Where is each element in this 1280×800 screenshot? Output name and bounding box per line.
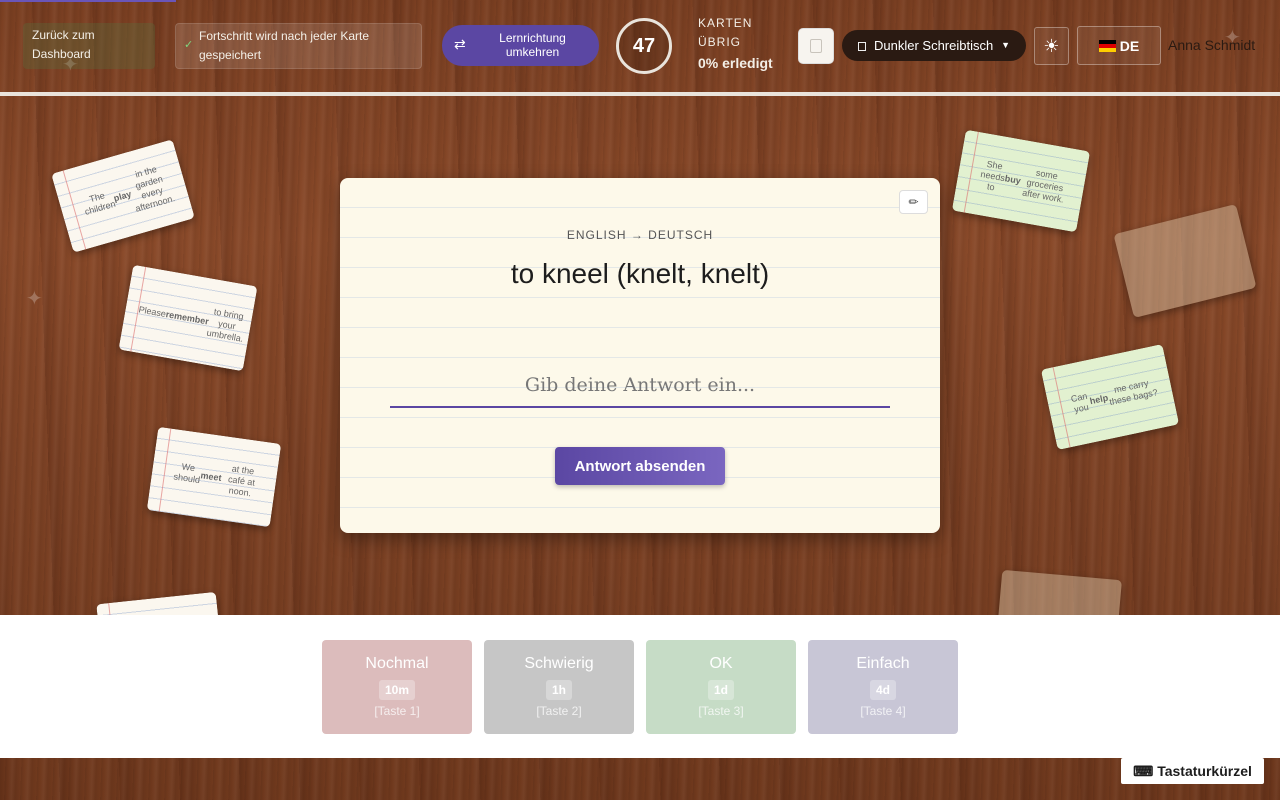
background-card: We should meet at the café at noon. — [146, 426, 282, 528]
rate-interval: 4d — [869, 680, 896, 700]
rate-again-button[interactable]: Nochmal 10m [Taste 1] — [322, 640, 472, 734]
rate-label: Nochmal — [365, 655, 429, 672]
edit-card-button[interactable]: ✏ — [899, 190, 928, 214]
rate-easy-button[interactable]: Einfach 4d [Taste 4] — [808, 640, 958, 734]
top-bar: Zurück zum Dashboard ✓ Fortschritt wird … — [0, 0, 1280, 92]
rate-shortcut-key: [Taste 4] — [860, 704, 906, 718]
background-card: Please remember to bring your umbrella. — [118, 264, 258, 372]
light-mode-button[interactable]: ☀ — [1034, 27, 1069, 65]
rate-shortcut-key: [Taste 3] — [698, 704, 744, 718]
desk-icon — [858, 42, 866, 51]
rating-panel: Nochmal 10m [Taste 1] Schwierig 1h [Tast… — [0, 615, 1280, 758]
sun-icon: ☀ — [1043, 35, 1060, 56]
background-card: The children play in the garden every af… — [51, 139, 195, 253]
card-term: to kneel (knelt, knelt) — [510, 258, 770, 289]
save-status-text: Fortschritt wird nach jeder Karte gespei… — [199, 29, 370, 62]
rate-shortcut-key: [Taste 1] — [374, 704, 420, 718]
back-to-dashboard-button[interactable]: Zurück zum Dashboard — [23, 23, 155, 69]
card-icon — [810, 39, 822, 53]
check-icon: ✓ — [184, 39, 194, 51]
progress-done-text: 0% erledigt — [698, 55, 773, 71]
cards-remaining-counter: 47 — [616, 18, 672, 74]
save-status-note: ✓ Fortschritt wird nach jeder Karte gesp… — [175, 23, 422, 69]
background-card: She needs to buy some groceries after wo… — [951, 129, 1091, 233]
answer-input[interactable] — [390, 364, 890, 408]
rate-label: Schwierig — [524, 655, 594, 672]
rate-interval: 1h — [545, 680, 572, 700]
card-direction: ENGLISH → DEUTSCH — [566, 228, 714, 242]
reverse-direction-label: Lernrichtung umkehren — [499, 31, 566, 59]
theme-select-value: Dunkler Schreibtisch — [874, 38, 994, 53]
pencil-icon: ✏ — [908, 195, 919, 209]
card-view-toggle-button[interactable] — [798, 28, 834, 64]
user-name[interactable]: Anna Schmidt — [1168, 37, 1255, 53]
cards-remaining-info: KARTEN ÜBRIG 0% erledigt — [698, 14, 773, 73]
language-button[interactable]: DE — [1077, 26, 1161, 65]
chevron-down-icon: ▼ — [1001, 40, 1010, 50]
background-card — [1113, 204, 1257, 318]
rate-shortcut-key: [Taste 2] — [536, 704, 582, 718]
sparkle-icon: ✦ — [26, 288, 43, 310]
cards-remaining-label: KARTEN ÜBRIG — [698, 16, 753, 49]
swap-icon: ⇄ — [454, 36, 466, 52]
rate-label: Einfach — [856, 655, 910, 672]
reverse-direction-button[interactable]: ⇄ Lernrichtung umkehren — [442, 25, 599, 66]
submit-answer-button[interactable]: Antwort absenden — [555, 447, 725, 485]
theme-select[interactable]: Dunkler Schreibtisch ▼ — [842, 30, 1026, 61]
rate-interval: 1d — [707, 680, 734, 700]
header-divider — [0, 92, 1280, 96]
keyboard-shortcuts-button[interactable]: ⌨ Tastaturkürzel — [1121, 758, 1264, 784]
german-flag-icon — [1098, 39, 1116, 52]
language-code: DE — [1119, 37, 1140, 54]
rate-label: OK — [709, 655, 733, 672]
rate-ok-button[interactable]: OK 1d [Taste 3] — [646, 640, 796, 734]
background-card: Can you help me carry these bags? — [1040, 344, 1180, 450]
rate-hard-button[interactable]: Schwierig 1h [Taste 2] — [484, 640, 634, 734]
flashcard: ✏ ENGLISH → DEUTSCH to kneel (knelt, kne… — [340, 178, 940, 533]
rate-interval: 10m — [378, 680, 416, 700]
